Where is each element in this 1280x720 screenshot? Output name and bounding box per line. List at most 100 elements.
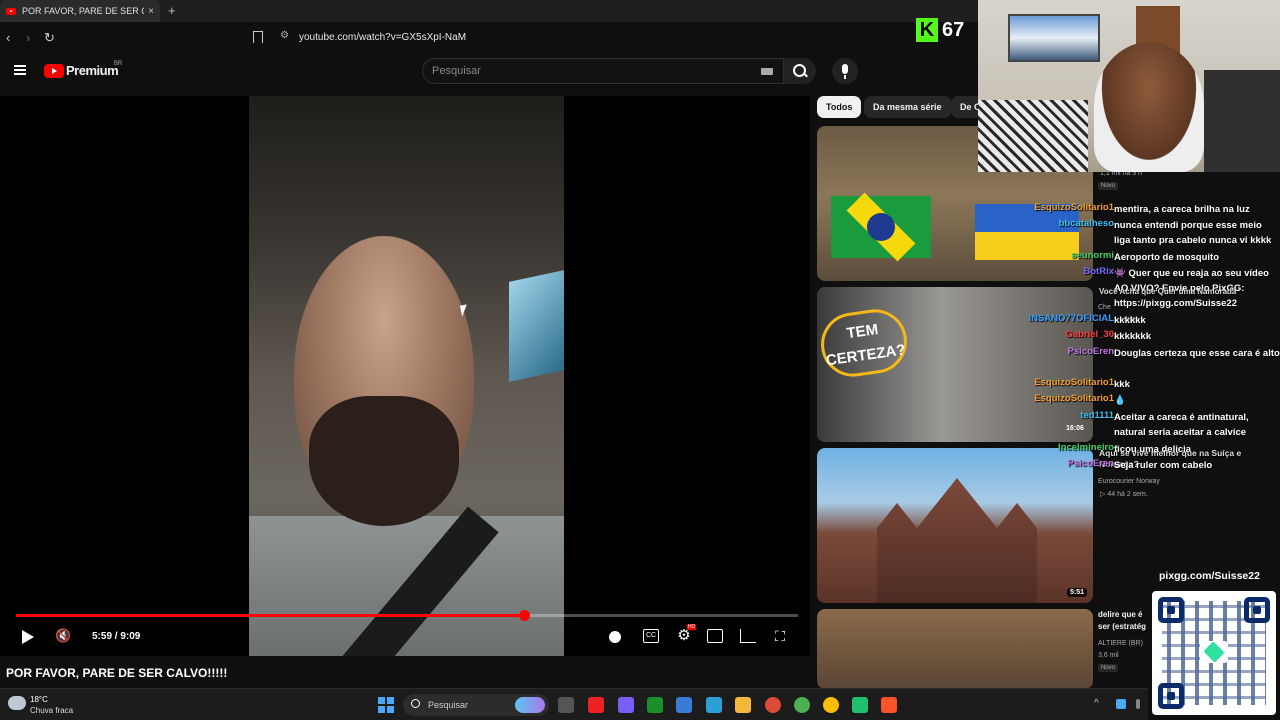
new-tab-button[interactable]: + <box>168 3 176 18</box>
chat-message: ted1111 Aceitar a careca é antinatural, … <box>1000 410 1280 438</box>
brazil-flag <box>831 196 931 258</box>
task-view-icon[interactable] <box>558 697 574 713</box>
chat-message: EsquizoSolitario1 💧 <box>1000 393 1280 409</box>
chat-message: PsicoEren Douglas certeza que esse cara … <box>1000 346 1280 362</box>
youtube-app-icon[interactable] <box>588 697 604 713</box>
tab-close-icon[interactable]: × <box>148 6 154 17</box>
chat-message: seunormi Aeroporto de mosquito <box>1000 250 1280 266</box>
streaming-app-icon[interactable] <box>852 697 868 713</box>
chat-username: INSANO77OFICIAL <box>1028 313 1114 324</box>
cast-icon[interactable] <box>740 629 756 643</box>
chat-username: PsicoEren <box>1067 346 1114 357</box>
search-input[interactable]: Pesquisar <box>422 58 784 84</box>
autoplay-toggle-icon[interactable] <box>609 631 621 643</box>
chat-message: INSANO77OFICIAL kkkkkk <box>1000 313 1280 329</box>
chrome-alt-icon[interactable] <box>823 697 839 713</box>
file-explorer-icon[interactable] <box>735 697 751 713</box>
screen: POR FAVOR, PARE DE SER CALVO × + ‹ › ↻ ⚙… <box>0 0 1280 720</box>
mute-icon[interactable]: 🔇 <box>55 628 71 644</box>
browser-tab-youtube[interactable]: POR FAVOR, PARE DE SER CALVO × <box>0 0 160 22</box>
chat-text: mentira, a careca brilha na luz <box>1114 204 1250 215</box>
thumbnail-caption: TEM CERTEZA? <box>817 305 912 381</box>
related-thumbnail-4[interactable] <box>817 609 1093 689</box>
youtube-logo-icon[interactable] <box>44 64 64 78</box>
qr-finder <box>1244 597 1270 623</box>
search-highlight-icon <box>515 697 545 713</box>
notepad-app-icon[interactable] <box>676 697 692 713</box>
related-3-title: Aqui se vive melhor que na Suíça e <box>1099 448 1242 458</box>
weather-icon[interactable] <box>8 696 26 710</box>
church-image <box>877 478 1037 603</box>
video-player[interactable]: 🔇 5:59 / 9:09 CC ⚙ HD ⛶ <box>0 96 810 656</box>
xbox-app-icon[interactable] <box>647 697 663 713</box>
related-4-title-2[interactable]: ser (estratég <box>1098 622 1146 631</box>
chat-text: kkkkkkk <box>1114 331 1151 342</box>
video-frame[interactable] <box>249 96 564 656</box>
pixgg-qr-code-icon <box>1152 591 1276 715</box>
kick-viewer-count: 67 <box>942 19 965 41</box>
bookmark-icon[interactable] <box>253 31 263 43</box>
weather-temperature[interactable]: 18°C <box>30 695 48 704</box>
taskbar-search-placeholder: Pesquisar <box>428 700 469 710</box>
chat-message: EsquizoSolitario1 mentira, a careca bril… <box>1000 202 1280 218</box>
youtube-premium-label[interactable]: Premium <box>66 63 119 78</box>
chip-all[interactable]: Todos <box>817 96 862 118</box>
play-icon[interactable] <box>22 630 34 644</box>
chat-username: PsicoEren <box>1067 458 1114 469</box>
windows-logo-icon <box>378 697 385 704</box>
taskbar-search[interactable]: Pesquisar <box>403 694 549 716</box>
related-4-channel: ALTIERE (BR) <box>1098 640 1143 647</box>
qr-finder <box>1158 683 1184 709</box>
back-icon[interactable]: ‹ <box>6 30 10 45</box>
tray-chevron-icon[interactable]: ^ <box>1094 698 1099 709</box>
address-bar: ‹ › ↻ ⚙ youtube.com/watch?v=GX5sXpI-NaM <box>0 22 978 54</box>
search-icon <box>411 699 420 708</box>
chat-username: EsquizoSolitario1 <box>1034 377 1114 388</box>
progress-fill <box>16 614 525 617</box>
chat-message: BotRix 👾 Quer que eu reaja ao seu vídeo … <box>1000 266 1280 309</box>
related-4-title-1[interactable]: delire que é <box>1098 610 1142 619</box>
chat-username: ted1111 <box>1080 410 1114 421</box>
windows-logo-icon <box>387 706 394 713</box>
store-app-icon[interactable] <box>706 697 722 713</box>
forward-icon[interactable]: › <box>26 30 30 45</box>
related-3-duration: 5:51 <box>1066 588 1087 597</box>
vpn-app-icon[interactable] <box>618 697 634 713</box>
chip-from-channel[interactable]: De C <box>951 96 978 118</box>
site-info-icon[interactable]: ⚙ <box>280 30 289 41</box>
wall-painting <box>1008 14 1100 62</box>
hd-badge: HD <box>687 624 697 630</box>
kick-logo: K <box>916 18 938 42</box>
chat-username: seunormi <box>1071 250 1114 261</box>
keyboard-icon[interactable] <box>761 68 773 75</box>
person-beard <box>309 396 459 526</box>
chat-text: Seja ruler com cabelo <box>1114 460 1213 471</box>
brave-browser-icon[interactable] <box>881 697 897 713</box>
url-field[interactable]: youtube.com/watch?v=GX5sXpI-NaM <box>299 32 466 43</box>
chip-same-series[interactable]: Da mesma série <box>864 96 951 118</box>
start-button[interactable] <box>378 697 394 713</box>
chrome-icon[interactable] <box>765 697 781 713</box>
progress-bar[interactable] <box>16 610 798 621</box>
settings-icon[interactable]: ⚙ <box>676 628 692 643</box>
chrome-profile-icon[interactable] <box>794 697 810 713</box>
subtitles-icon[interactable]: CC <box>643 629 659 643</box>
windows-logo-icon <box>387 697 394 704</box>
chat-text: Aceitar a careca é antinatural, natural … <box>1114 412 1249 438</box>
search-button[interactable] <box>784 58 816 84</box>
tray-mic-icon[interactable] <box>1136 699 1140 709</box>
miniplayer-icon[interactable] <box>707 629 723 643</box>
chat-message: PsicoEren Seja ruler com cabelo <box>1000 458 1280 474</box>
related-1-new-badge: Novo <box>1098 182 1119 190</box>
voice-search-button[interactable] <box>832 58 858 84</box>
tray-cloud-icon[interactable] <box>1116 699 1126 709</box>
related-4-new-badge: Novo <box>1098 664 1119 672</box>
blanket <box>978 100 1088 172</box>
chat-text: Aeroporto de mosquito <box>1114 252 1220 263</box>
gaming-chair <box>1204 70 1280 172</box>
reload-icon[interactable]: ↻ <box>44 30 55 46</box>
weather-description[interactable]: Chuva fraca <box>30 706 73 715</box>
menu-icon[interactable] <box>14 65 26 75</box>
pixgg-label: pixgg.com/Suisse22 <box>1159 570 1260 582</box>
fullscreen-icon[interactable]: ⛶ <box>772 629 788 643</box>
